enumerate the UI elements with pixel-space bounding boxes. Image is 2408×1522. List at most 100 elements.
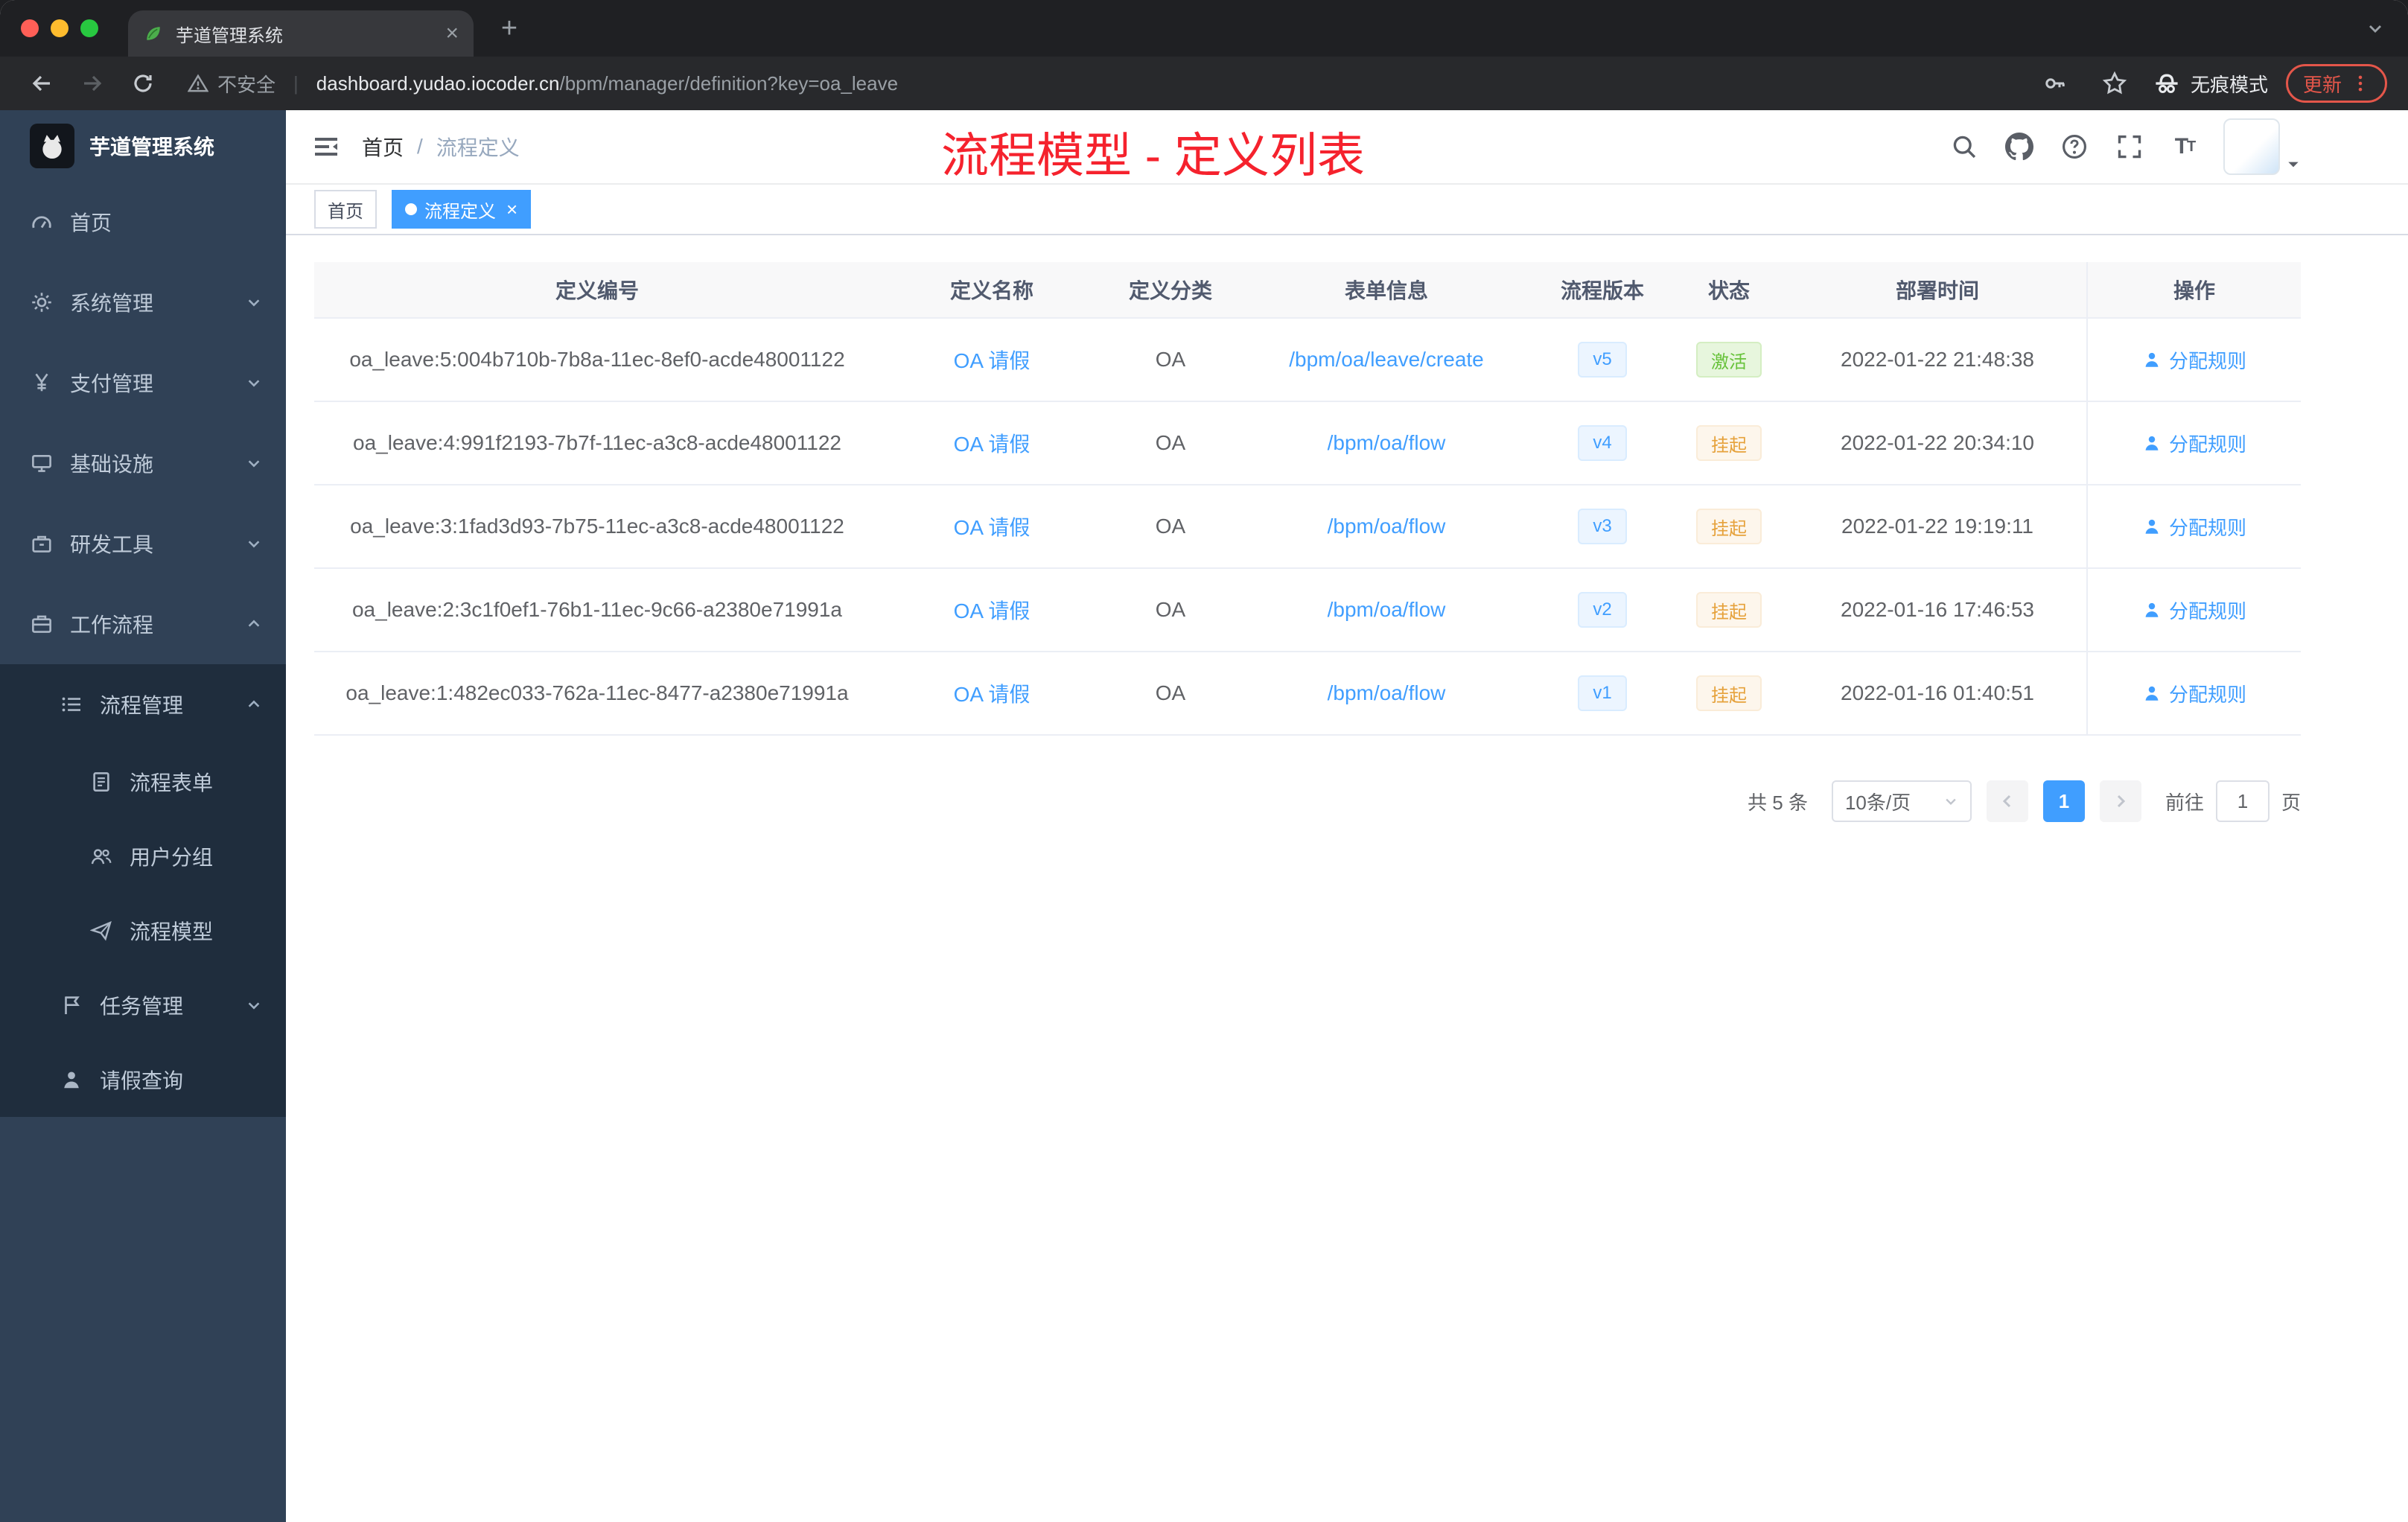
- tools-icon: [30, 532, 54, 555]
- cell-definition-id: oa_leave:1:482ec033-762a-11ec-8477-a2380…: [345, 681, 849, 704]
- tab-close-icon[interactable]: ×: [445, 22, 459, 45]
- update-button[interactable]: 更新: [2285, 64, 2387, 103]
- cell-form-info: /bpm/oa/flow: [1238, 402, 1535, 484]
- security-indicator[interactable]: 不安全 |: [188, 70, 308, 98]
- definition-name-link[interactable]: OA 请假: [954, 595, 1031, 625]
- sidebar-item-leave-query[interactable]: 请假查询: [0, 1042, 286, 1117]
- fullscreen-icon[interactable]: [2113, 130, 2146, 163]
- definition-name-link[interactable]: OA 请假: [954, 345, 1031, 375]
- paper-plane-icon: [89, 919, 113, 943]
- pagination-total: 共 5 条: [1748, 791, 1808, 814]
- sidebar-item-user-group[interactable]: 用户分组: [0, 819, 286, 894]
- dashboard-icon: [30, 210, 54, 234]
- cell-deploy-time: 2022-01-16 01:40:51: [1841, 681, 2034, 704]
- assign-rule-link[interactable]: 分配规则: [2142, 346, 2246, 374]
- new-tab-button[interactable]: +: [488, 7, 530, 49]
- next-page-button[interactable]: [2099, 780, 2141, 822]
- sidebar-item-label: 基础设施: [70, 453, 154, 476]
- page-size-select[interactable]: 10条/页: [1831, 780, 1972, 822]
- form-link[interactable]: /bpm/oa/flow: [1328, 681, 1446, 705]
- column-header: 定义分类: [1128, 279, 1212, 302]
- cell-definition-name: OA 请假: [880, 652, 1103, 734]
- cell-category: OA: [1155, 348, 1186, 371]
- sidebar-item-dev-tools[interactable]: 研发工具: [0, 503, 286, 584]
- prev-page-button[interactable]: [1986, 780, 2028, 822]
- sidebar-item-label: 流程管理: [100, 694, 184, 717]
- sidebar-item-infrastructure[interactable]: 基础设施: [0, 423, 286, 503]
- form-link[interactable]: /bpm/oa/flow: [1328, 598, 1446, 622]
- sidebar-item-workflow[interactable]: 工作流程: [0, 584, 286, 664]
- font-size-icon[interactable]: TT: [2168, 130, 2201, 163]
- cell-definition-name: OA 请假: [880, 569, 1103, 651]
- version-tag: v2: [1578, 592, 1627, 628]
- yen-icon: [30, 371, 54, 395]
- sidebar-item-payment[interactable]: 支付管理: [0, 343, 286, 423]
- sidebar-toggle-icon[interactable]: [286, 132, 362, 162]
- help-icon[interactable]: [2058, 130, 2091, 163]
- key-icon[interactable]: [2034, 63, 2076, 104]
- form-link[interactable]: /bpm/oa/flow: [1328, 431, 1446, 455]
- goto-page-input[interactable]: [2215, 780, 2270, 822]
- minimize-window-button[interactable]: [51, 19, 69, 37]
- table-row: oa_leave:4:991f2193-7b7f-11ec-a3c8-acde4…: [314, 402, 2301, 485]
- tag-home[interactable]: 首页: [314, 190, 377, 229]
- chevron-down-icon: [246, 997, 262, 1013]
- assign-rule-link[interactable]: 分配规则: [2142, 680, 2246, 707]
- browser-tab[interactable]: 芋道管理系统 ×: [128, 10, 474, 57]
- close-window-button[interactable]: [21, 19, 39, 37]
- cell-actions: 分配规则: [2086, 569, 2301, 651]
- assign-rule-link[interactable]: 分配规则: [2142, 596, 2246, 624]
- github-icon[interactable]: [2003, 130, 2036, 163]
- form-link[interactable]: /bpm/oa/leave/create: [1289, 348, 1484, 372]
- back-icon[interactable]: [21, 63, 63, 104]
- avatar[interactable]: [2223, 118, 2280, 175]
- bookmark-star-icon[interactable]: [2094, 63, 2135, 104]
- search-icon[interactable]: [1948, 130, 1981, 163]
- form-link[interactable]: /bpm/oa/flow: [1328, 515, 1446, 538]
- cell-category: OA: [1155, 431, 1186, 454]
- cell-definition-name: OA 请假: [880, 402, 1103, 484]
- breadcrumb-current: 流程定义: [436, 136, 520, 159]
- browser-menu-icon[interactable]: [2351, 74, 2370, 93]
- column-header: 定义编号: [555, 279, 639, 302]
- person-icon: [60, 1068, 83, 1092]
- sidebar-item-process-management[interactable]: 流程管理: [0, 664, 286, 745]
- zoom-window-button[interactable]: [80, 19, 98, 37]
- definition-name-link[interactable]: OA 请假: [954, 678, 1031, 708]
- forward-icon[interactable]: [71, 63, 113, 104]
- cell-category: OA: [1155, 681, 1186, 704]
- address-bar: 不安全 | dashboard.yudao.iocoder.cn/bpm/man…: [0, 57, 2408, 110]
- cell-version: v5: [1535, 319, 1669, 401]
- sidebar-item-home[interactable]: 首页: [0, 182, 286, 262]
- cell-form-info: /bpm/oa/flow: [1238, 485, 1535, 567]
- assign-rule-link[interactable]: 分配规则: [2142, 430, 2246, 457]
- sidebar-item-task-management[interactable]: 任务管理: [0, 968, 286, 1042]
- assign-rule-link[interactable]: 分配规则: [2142, 513, 2246, 541]
- workflow-icon: [30, 612, 54, 636]
- tab-search-chevron-icon[interactable]: [2366, 19, 2384, 37]
- user-icon: [2145, 352, 2159, 367]
- security-label: 不安全: [217, 73, 276, 96]
- favicon: [143, 23, 164, 44]
- tag-close-icon[interactable]: ×: [506, 200, 517, 219]
- tag-process-definition[interactable]: 流程定义 ×: [392, 190, 532, 229]
- task-icon: [60, 993, 83, 1017]
- sidebar-item-process-model[interactable]: 流程模型: [0, 894, 286, 968]
- sidebar-item-label: 请假查询: [100, 1069, 184, 1092]
- page-number-button[interactable]: 1: [2042, 780, 2085, 822]
- breadcrumb-home[interactable]: 首页: [362, 132, 404, 162]
- reload-icon[interactable]: [122, 63, 164, 104]
- user-menu[interactable]: [2223, 118, 2301, 175]
- gear-icon: [30, 290, 54, 314]
- sidebar-item-system[interactable]: 系统管理: [0, 262, 286, 343]
- sidebar-item-process-form[interactable]: 流程表单: [0, 745, 286, 819]
- column-header: 定义名称: [949, 279, 1033, 302]
- sidebar-item-label: 系统管理: [70, 292, 154, 315]
- url-host: dashboard.yudao.iocoder.cn: [316, 71, 560, 95]
- definition-name-link[interactable]: OA 请假: [954, 428, 1031, 458]
- sidebar-item-label: 支付管理: [70, 372, 154, 395]
- definition-name-link[interactable]: OA 请假: [954, 512, 1031, 541]
- cell-version: v2: [1535, 569, 1669, 651]
- page-size-value: 10条/页: [1844, 791, 1911, 814]
- url-field[interactable]: dashboard.yudao.iocoder.cn/bpm/manager/d…: [316, 72, 2025, 95]
